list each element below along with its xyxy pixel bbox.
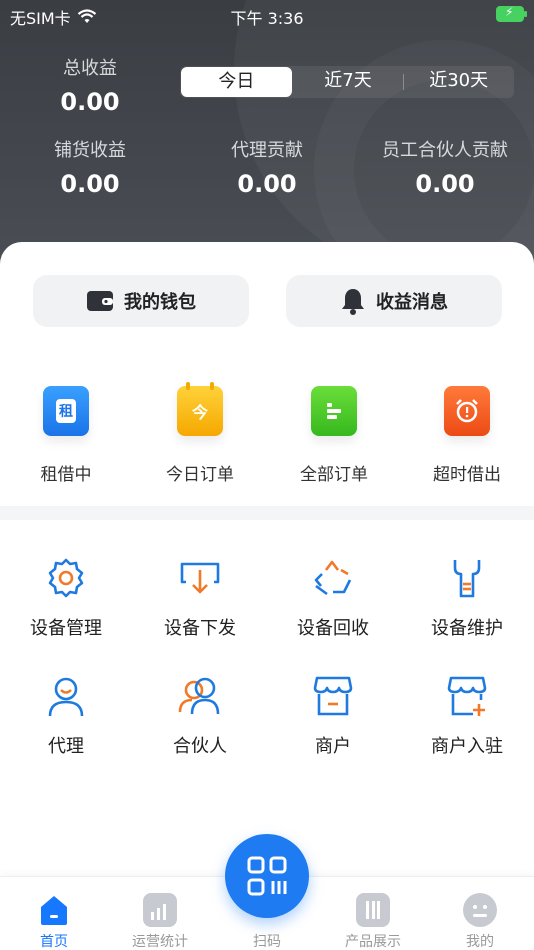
device-maintenance-label: 设备维护: [431, 618, 503, 639]
total-earnings-label: 总收益: [63, 58, 117, 79]
tab-scan-label: 扫码: [253, 934, 281, 950]
tab-7-days[interactable]: 近7天: [293, 66, 404, 98]
orders-renting-label: 租借中: [40, 465, 92, 485]
tab-statistics-label: 运营统计: [132, 934, 188, 950]
merchant-onboarding-label: 商户入驻: [431, 736, 503, 757]
partners-label: 合伙人: [173, 736, 227, 757]
profile-icon: [463, 893, 497, 927]
staff-contribution-label: 员工合伙人贡献: [382, 140, 508, 161]
list-icon: [311, 386, 357, 436]
tab-mine-label: 我的: [466, 934, 494, 950]
calendar-glyph: 今: [191, 403, 208, 422]
segment-divider: [403, 74, 405, 90]
rent-glyph: 租: [56, 399, 76, 423]
agent-icon: [48, 677, 84, 717]
scan-button[interactable]: [225, 834, 309, 918]
period-segmented-control: 今日 近7天 近30天: [180, 66, 514, 98]
section-divider: [0, 506, 534, 520]
alarm-icon: [444, 386, 490, 436]
tab-today[interactable]: 今日: [181, 67, 292, 97]
bar-chart-icon: [143, 893, 177, 927]
tab-home[interactable]: 首页: [14, 893, 94, 950]
orders-renting[interactable]: 租 租借中: [16, 386, 116, 485]
home-icon: [41, 896, 67, 925]
bell-icon: [342, 289, 364, 315]
device-recycle[interactable]: 设备回收: [278, 556, 388, 640]
stock-earnings-value: 0.00: [60, 170, 120, 198]
tab-products-label: 产品展示: [345, 934, 401, 950]
earnings-messages-button[interactable]: 收益消息: [286, 275, 502, 327]
stock-earnings: 铺货收益 0.00: [30, 136, 150, 198]
tab-30-days[interactable]: 近30天: [403, 66, 514, 98]
products-icon: [356, 893, 390, 927]
tab-home-label: 首页: [40, 934, 68, 950]
clock: 下午 3:36: [230, 9, 304, 28]
tab-30-days-label: 近30天: [429, 70, 489, 91]
rent-icon: 租: [43, 386, 89, 436]
device-dispatch-label: 设备下发: [164, 618, 236, 639]
wallet-label: 我的钱包: [124, 292, 196, 313]
partners[interactable]: 合伙人: [145, 674, 255, 758]
messages-label: 收益消息: [376, 292, 448, 313]
orders-overdue[interactable]: 超时借出: [417, 386, 517, 485]
device-recycle-label: 设备回收: [297, 618, 369, 639]
status-bar: 无SIM卡 下午 3:36 ⚡: [0, 0, 534, 30]
orders-today-label: 今日订单: [166, 465, 234, 485]
staff-contribution-value: 0.00: [415, 170, 475, 198]
tab-mine[interactable]: 我的: [440, 893, 520, 950]
orders-overdue-label: 超时借出: [433, 465, 501, 485]
partners-icon: [178, 677, 220, 715]
orders-today[interactable]: 今 今日订单: [150, 382, 250, 485]
total-earnings: 总收益 0.00: [30, 54, 150, 116]
gear-icon: [48, 558, 84, 598]
device-maintenance[interactable]: 设备维护: [412, 556, 522, 640]
device-management[interactable]: 设备管理: [11, 556, 121, 640]
download-icon: [180, 562, 220, 594]
total-earnings-value: 0.00: [60, 88, 120, 116]
tab-7-days-label: 近7天: [324, 70, 372, 91]
store-icon: [313, 676, 353, 716]
orders-all-label: 全部订单: [300, 465, 368, 485]
device-dispatch[interactable]: 设备下发: [145, 556, 255, 640]
wrench-icon: [453, 560, 481, 598]
staff-contribution: 员工合伙人贡献 0.00: [370, 136, 520, 198]
wallet-button[interactable]: 我的钱包: [33, 275, 249, 327]
scan-icon: [247, 856, 287, 896]
merchant-label: 商户: [315, 736, 351, 757]
earnings-header: [0, 0, 534, 270]
merchant[interactable]: 商户: [278, 674, 388, 758]
tab-products[interactable]: 产品展示: [333, 893, 413, 950]
agent-contribution-value: 0.00: [237, 170, 297, 198]
store-add-icon: [447, 676, 487, 716]
stock-earnings-label: 铺货收益: [54, 140, 126, 161]
merchant-onboarding[interactable]: 商户入驻: [412, 674, 522, 758]
agent-contribution: 代理贡献 0.00: [207, 136, 327, 198]
orders-all[interactable]: 全部订单: [284, 386, 384, 485]
agent[interactable]: 代理: [11, 674, 121, 758]
agent-label: 代理: [48, 736, 84, 757]
agent-contribution-label: 代理贡献: [231, 140, 303, 161]
battery-charging-icon: ⚡: [496, 5, 527, 22]
calendar-icon: 今: [177, 382, 223, 436]
recycle-icon: [314, 560, 352, 596]
tab-statistics[interactable]: 运营统计: [120, 893, 200, 950]
device-management-label: 设备管理: [30, 618, 102, 639]
wallet-icon: [87, 291, 113, 311]
